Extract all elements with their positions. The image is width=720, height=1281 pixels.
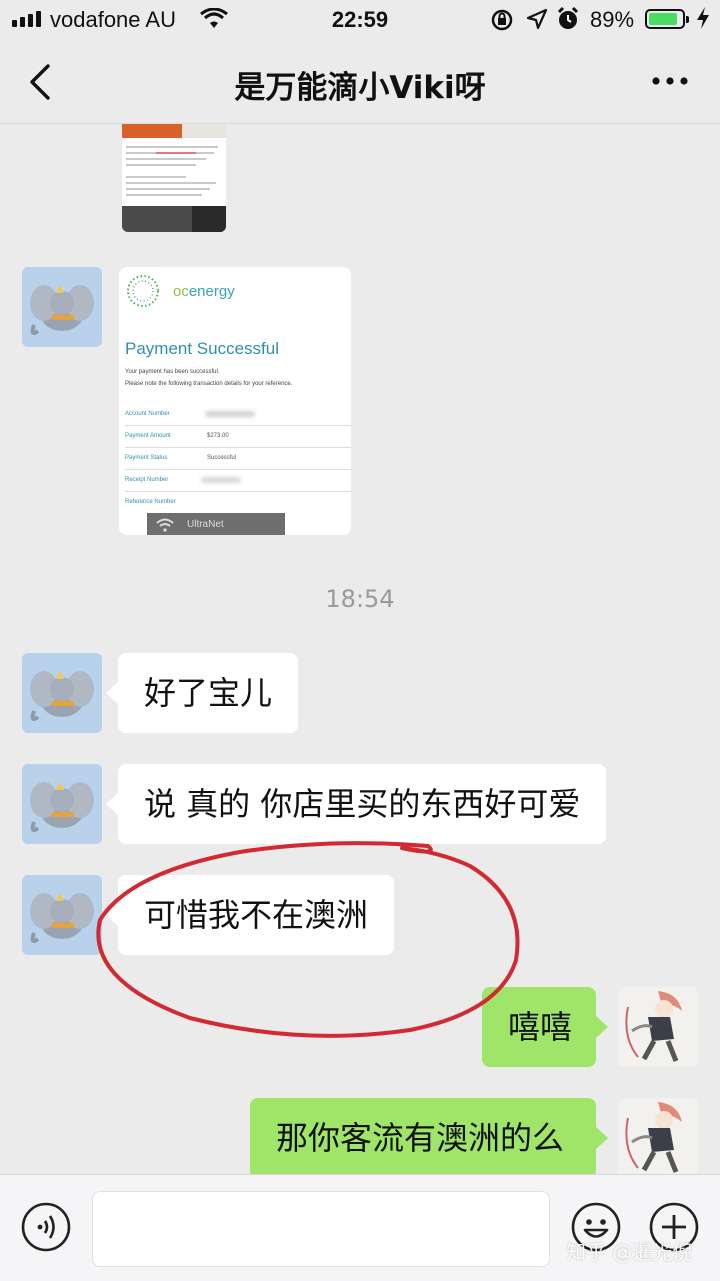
image-message-payment[interactable]: ocenergy Payment Successful Your payment… — [119, 267, 351, 535]
rotation-lock-icon — [490, 8, 514, 38]
screenshot-overlay-bar: UltraNet — [147, 513, 285, 535]
energy-logo-icon — [127, 275, 159, 307]
anime-avatar-image — [625, 991, 682, 1062]
message-bubble-outgoing[interactable]: 嘻嘻 — [482, 987, 608, 1067]
battery-icon — [645, 9, 689, 29]
more-dots-icon — [652, 77, 688, 85]
battery-percent: 89% — [590, 7, 635, 32]
message-bubble-incoming[interactable]: 好了宝儿 — [105, 653, 299, 733]
alarm-icon — [556, 6, 580, 38]
payment-row: Account Number — [125, 403, 351, 426]
payment-headline: Payment Successful — [125, 339, 280, 358]
dumbo-avatar-image — [30, 893, 94, 943]
payment-row: Payment Amount $273.00 — [125, 425, 351, 448]
message-input[interactable] — [92, 1191, 550, 1267]
dumbo-avatar-image — [30, 671, 94, 721]
location-icon — [526, 8, 548, 36]
image-message-screenshot[interactable] — [122, 124, 226, 232]
message-bubble-incoming[interactable]: 说 真的 你店里买的东西好可爱 — [105, 764, 607, 844]
avatar-self[interactable] — [618, 987, 698, 1067]
energy-brand: ocenergy — [173, 283, 235, 300]
chat-header: 是万能滴小Viki呀 — [0, 40, 720, 124]
status-bar: vodafone AU 22:59 89% — [0, 0, 720, 40]
avatar-contact[interactable] — [22, 653, 102, 733]
red-annotation-circle — [96, 841, 520, 1038]
chat-title: 是万能滴小Viki呀 — [234, 70, 486, 106]
message-bubble-outgoing[interactable]: 那你客流有澳洲的么 — [250, 1098, 608, 1178]
more-button[interactable] — [650, 66, 690, 96]
dumbo-avatar-image — [30, 782, 94, 832]
message-bubble-incoming[interactable]: 可惜我不在澳洲 — [105, 875, 395, 955]
payment-row: Reference Number — [125, 499, 176, 505]
charging-icon — [696, 6, 710, 36]
payment-line1: Your payment has been successful. — [125, 369, 220, 375]
wifi-icon — [156, 518, 174, 532]
watermark: 知乎 @暹光倪 — [566, 1240, 693, 1264]
avatar-contact[interactable] — [22, 875, 102, 955]
payment-line2: Please note the following transaction de… — [125, 381, 293, 387]
avatar-contact[interactable] — [22, 267, 102, 347]
voice-icon — [21, 1202, 71, 1252]
avatar-contact[interactable] — [22, 764, 102, 844]
dumbo-avatar-image — [30, 285, 94, 335]
timestamp: 18:54 — [325, 585, 395, 613]
voice-button[interactable] — [20, 1201, 72, 1253]
anime-avatar-image — [625, 1102, 682, 1173]
payment-row: Payment Status Successful — [125, 447, 351, 470]
avatar-self[interactable] — [618, 1098, 698, 1178]
payment-row: Receipt Number — [125, 469, 351, 492]
